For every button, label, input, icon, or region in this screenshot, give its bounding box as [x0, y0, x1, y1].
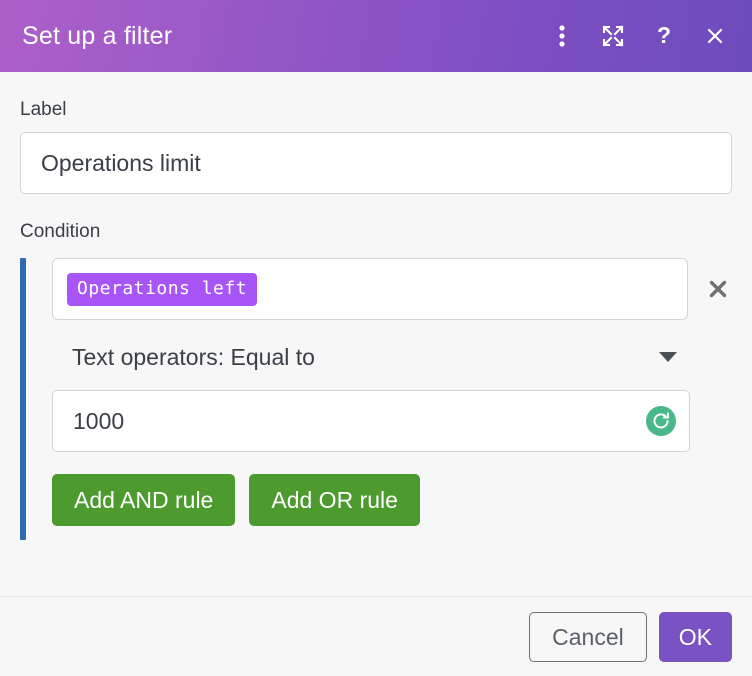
rule-value-input[interactable]: [52, 390, 690, 452]
refresh-icon[interactable]: [646, 406, 676, 436]
close-icon[interactable]: [702, 21, 728, 51]
add-or-rule-button[interactable]: Add OR rule: [249, 474, 420, 526]
titlebar-actions: ?: [549, 21, 728, 51]
dialog-title: Set up a filter: [22, 21, 173, 50]
operator-select[interactable]: Text operators: Equal to: [52, 332, 690, 382]
label-caption: Label: [20, 99, 67, 120]
rule-field-input[interactable]: Operations left: [52, 258, 689, 320]
add-and-rule-button[interactable]: Add AND rule: [52, 474, 236, 526]
cancel-button[interactable]: Cancel: [529, 611, 647, 662]
condition-caption: Condition: [20, 221, 101, 242]
help-icon[interactable]: ?: [651, 21, 677, 51]
rule-value-wrap: [52, 390, 690, 452]
ok-button[interactable]: OK: [658, 611, 732, 662]
svg-text:?: ?: [657, 24, 671, 48]
label-input[interactable]: [20, 132, 732, 194]
dialog-footer: Cancel OK: [0, 596, 752, 676]
remove-rule-button[interactable]: [704, 275, 732, 303]
add-rule-buttons: Add AND rule Add OR rule: [52, 474, 732, 526]
condition-group: Operations left Text operators: Equal to: [20, 254, 732, 540]
dialog-body: Label Condition Operations left Text: [0, 72, 752, 596]
field-chip[interactable]: Operations left: [67, 272, 258, 306]
condition-group-bar: [20, 258, 26, 540]
dialog-titlebar: Set up a filter ?: [0, 0, 752, 72]
more-options-icon[interactable]: [549, 21, 575, 51]
chevron-down-icon: [658, 351, 678, 363]
filter-dialog: Set up a filter ? Label Operations limit…: [0, 0, 752, 676]
rule-field-row: Operations left: [52, 258, 732, 320]
maximize-icon[interactable]: [600, 21, 626, 51]
operator-select-value: Text operators: Equal to: [72, 343, 315, 370]
